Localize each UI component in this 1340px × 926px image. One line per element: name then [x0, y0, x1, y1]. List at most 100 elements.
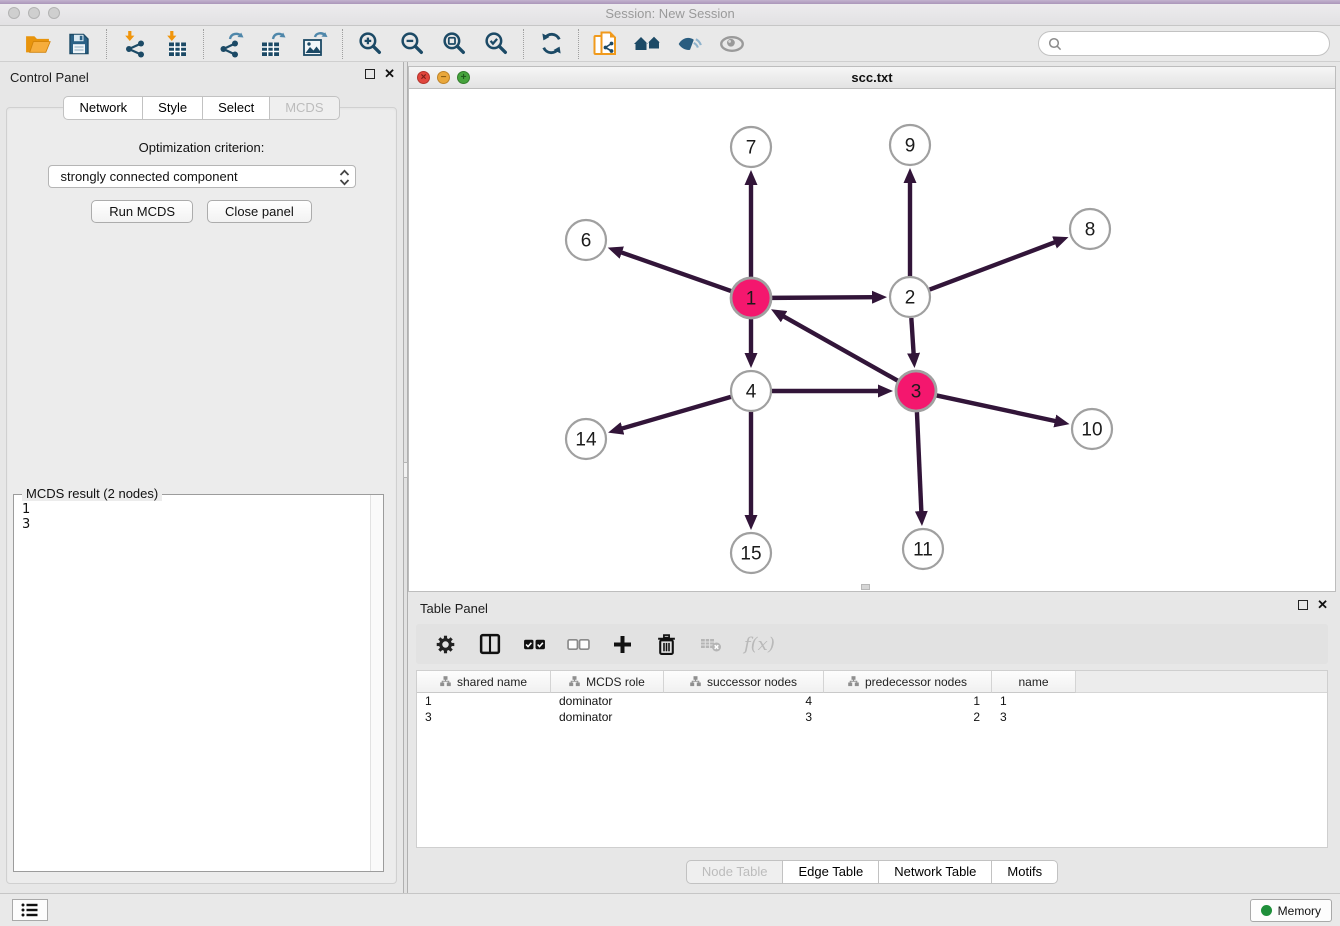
zoom-out-button[interactable] [397, 29, 427, 59]
network-window-title: scc.txt [409, 70, 1335, 85]
zoom-in-button[interactable] [355, 29, 385, 59]
export-network-button[interactable] [216, 29, 246, 59]
table-settings-button[interactable] [434, 633, 457, 656]
import-table-button[interactable] [161, 29, 191, 59]
control-panel: Control Panel ✕ NetworkStyleSelectMCDS O… [0, 62, 403, 893]
add-column-button[interactable] [611, 633, 634, 656]
save-session-button[interactable] [64, 29, 94, 59]
edge-1-6[interactable] [620, 252, 731, 291]
delete-table-icon [699, 633, 723, 655]
import-table-icon [162, 30, 190, 58]
close-panel-icon[interactable]: ✕ [384, 69, 395, 79]
open-session-button[interactable] [22, 29, 52, 59]
tab-network-table[interactable]: Network Table [879, 860, 992, 884]
search-box[interactable] [1038, 31, 1330, 56]
column-header-shared-name[interactable]: shared name [417, 671, 551, 693]
table-cell-shared-name[interactable]: 3 [417, 709, 551, 725]
select-stepper-icon [338, 168, 351, 190]
edge-2-8[interactable] [930, 242, 1057, 290]
main-toolbar [0, 26, 1340, 62]
tab-network[interactable]: Network [63, 96, 143, 120]
table-panel-title: Table Panel [420, 601, 488, 616]
canvas-hscroll-handle[interactable] [861, 584, 870, 590]
search-input[interactable] [1067, 36, 1320, 51]
table-cell-successor-nodes[interactable]: 4 [664, 693, 824, 709]
node-label-8: 8 [1085, 220, 1096, 241]
column-header-MCDS-role[interactable]: MCDS role [551, 671, 664, 693]
task-history-button[interactable] [12, 899, 48, 921]
export-network-icon [217, 30, 245, 58]
column-header-name[interactable]: name [992, 671, 1076, 693]
table-row[interactable]: 1dominator411 [417, 693, 1327, 709]
export-table-icon [259, 30, 287, 58]
table-cell-MCDS-role[interactable]: dominator [551, 709, 664, 725]
tab-mcds[interactable]: MCDS [270, 96, 339, 120]
apply-function-button[interactable]: f(x) [744, 634, 775, 655]
table-cell-name[interactable]: 3 [992, 709, 1076, 725]
table-cell-predecessor-nodes[interactable]: 1 [824, 693, 992, 709]
copy-network-icon [592, 30, 620, 58]
memory-button[interactable]: Memory [1250, 899, 1332, 922]
show-column-panel-button[interactable] [478, 632, 502, 656]
criterion-select[interactable]: strongly connected component [48, 165, 356, 188]
run-mcds-button[interactable]: Run MCDS [91, 200, 193, 223]
optimization-criterion-label: Optimization criterion: [7, 140, 396, 155]
export-image-button[interactable] [300, 29, 330, 59]
edge-3-10[interactable] [937, 395, 1057, 421]
network-canvas[interactable]: 7968124314101511 [409, 89, 1335, 591]
table-header-row: shared nameMCDS rolesuccessor nodesprede… [417, 671, 1327, 693]
houses-button[interactable] [633, 29, 663, 59]
hide-selected-button[interactable] [675, 29, 705, 59]
node-label-10: 10 [1081, 420, 1102, 441]
tab-style[interactable]: Style [143, 96, 203, 120]
table-cell-predecessor-nodes[interactable]: 2 [824, 709, 992, 725]
table-cell-name[interactable]: 1 [992, 693, 1076, 709]
float-table-panel-icon[interactable] [1298, 600, 1308, 610]
table-cell-MCDS-role[interactable]: dominator [551, 693, 664, 709]
result-scrollbar[interactable] [370, 495, 383, 871]
hide-selected-eye-icon [676, 31, 704, 57]
node-label-3: 3 [911, 382, 922, 403]
table-body: 1dominator4113dominator323 [417, 693, 1327, 725]
zoom-out-icon [399, 30, 426, 57]
show-all-button[interactable] [717, 29, 747, 59]
close-table-panel-icon[interactable]: ✕ [1317, 600, 1328, 610]
edge-1-2[interactable] [772, 297, 874, 298]
import-network-button[interactable] [119, 29, 149, 59]
network-window-titlebar[interactable]: × − + scc.txt [409, 67, 1335, 89]
delete-column-button[interactable] [655, 633, 678, 656]
refresh-view-button[interactable] [536, 29, 566, 59]
criterion-value: strongly connected component [61, 169, 238, 184]
mcds-panel: Optimization criterion: strongly connect… [6, 107, 397, 884]
zoom-selected-button[interactable] [481, 29, 511, 59]
select-all-columns-button[interactable] [523, 633, 546, 656]
control-panel-tabs: NetworkStyleSelectMCDS [0, 96, 403, 120]
tab-edge-table[interactable]: Edge Table [783, 860, 879, 884]
show-all-eye-icon [718, 31, 746, 57]
export-table-button[interactable] [258, 29, 288, 59]
tab-select[interactable]: Select [203, 96, 270, 120]
edge-3-1[interactable] [782, 316, 897, 381]
float-panel-icon[interactable] [365, 69, 375, 79]
column-header-successor-nodes[interactable]: successor nodes [664, 671, 824, 693]
deselect-all-columns-button[interactable] [567, 633, 590, 656]
mcds-result-text[interactable]: 1 3 [15, 498, 369, 870]
close-panel-button[interactable]: Close panel [207, 200, 312, 223]
edge-4-14[interactable] [621, 397, 731, 429]
deselect-all-checkboxes-icon [567, 633, 590, 656]
node-label-4: 4 [746, 382, 757, 403]
table-cell-shared-name[interactable]: 1 [417, 693, 551, 709]
edge-3-11[interactable] [917, 412, 921, 513]
table-row[interactable]: 3dominator323 [417, 709, 1327, 725]
table-cell-successor-nodes[interactable]: 3 [664, 709, 824, 725]
copy-network-button[interactable] [591, 29, 621, 59]
tab-node-table[interactable]: Node Table [686, 860, 784, 884]
task-list-icon [20, 901, 40, 919]
zoom-fit-button[interactable] [439, 29, 469, 59]
edge-2-3[interactable] [911, 318, 913, 355]
tab-motifs[interactable]: Motifs [992, 860, 1058, 884]
select-all-checkboxes-icon [523, 633, 546, 656]
delete-table-button[interactable] [699, 633, 723, 655]
network-graph[interactable]: 7968124314101511 [409, 89, 1335, 592]
column-header-predecessor-nodes[interactable]: predecessor nodes [824, 671, 992, 693]
